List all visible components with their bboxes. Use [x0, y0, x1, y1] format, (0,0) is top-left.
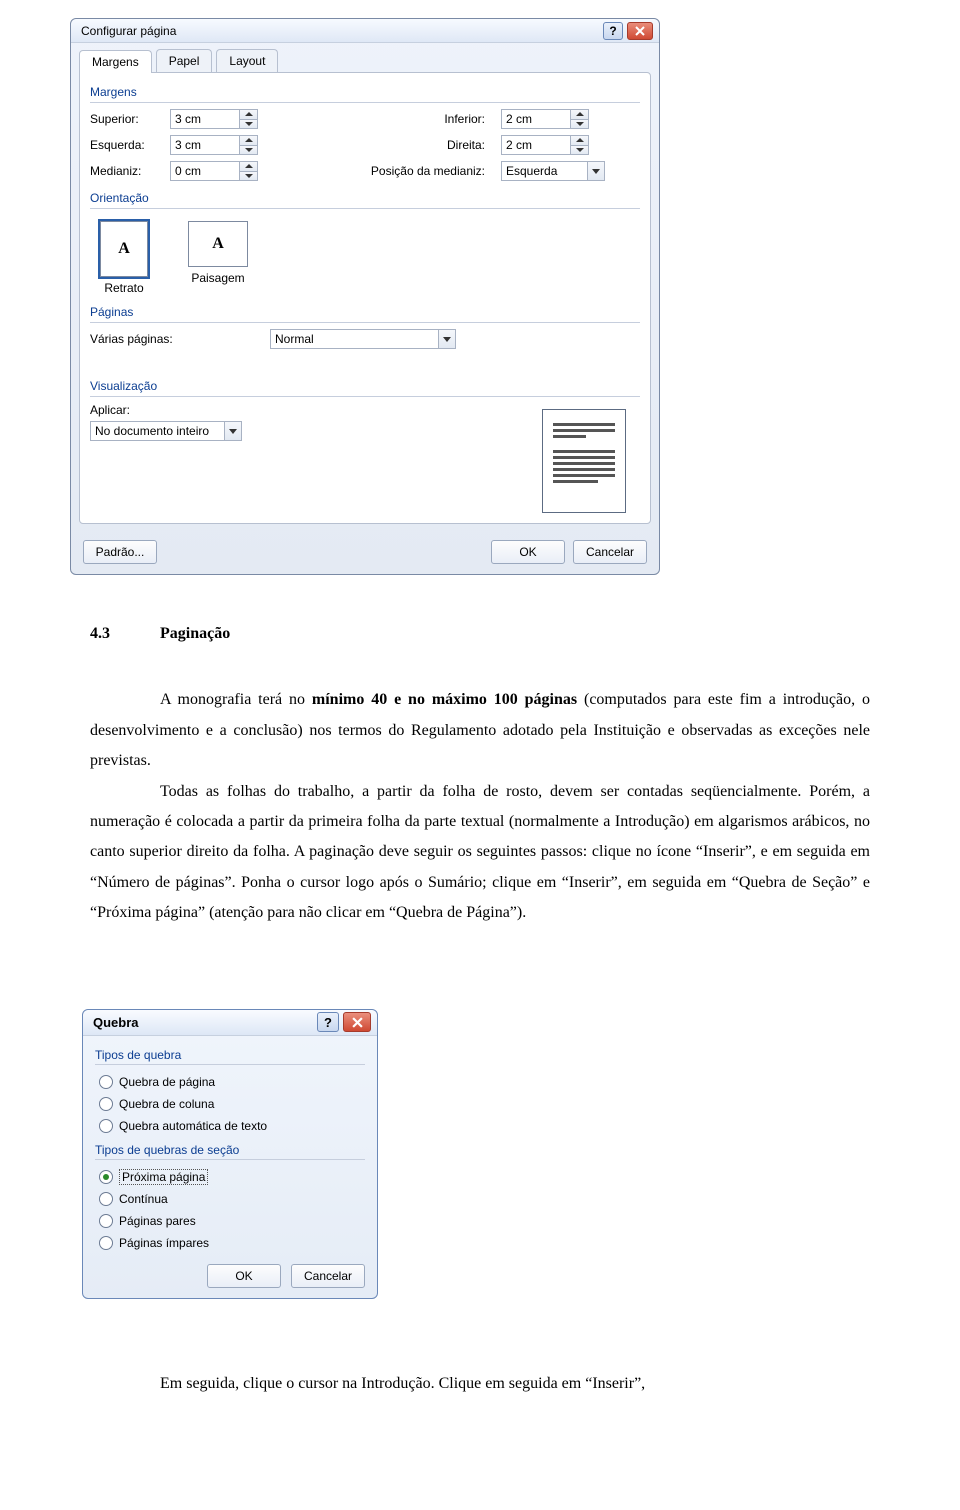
dropdown-posmed[interactable] — [501, 161, 605, 181]
close-button[interactable] — [627, 22, 653, 40]
label-varias: Várias páginas: — [90, 332, 260, 346]
spinner-inferior[interactable] — [501, 109, 589, 129]
close-icon — [352, 1017, 363, 1028]
group-visual-title: Visualização — [90, 379, 640, 393]
group-orient-title: Orientação — [90, 191, 640, 205]
radio-next-page[interactable]: Próxima página — [99, 1166, 365, 1188]
titlebar-buttons: ? — [603, 22, 653, 40]
radio-icon — [99, 1214, 113, 1228]
orientation-landscape[interactable]: A Paisagem — [188, 221, 248, 295]
spinner-superior[interactable] — [170, 109, 258, 129]
dropdown-aplicar[interactable] — [90, 421, 242, 441]
group-margens-title: Margens — [90, 85, 640, 99]
group-orient: A Retrato A Paisagem — [90, 208, 640, 295]
spin-up[interactable] — [240, 110, 257, 120]
tab-margens[interactable]: Margens — [79, 50, 152, 73]
label-direita: Direita: — [365, 138, 485, 152]
radio-column-break[interactable]: Quebra de coluna — [99, 1093, 365, 1115]
padrao-button[interactable]: Padrão... — [83, 540, 157, 564]
input-inferior[interactable] — [501, 109, 571, 129]
tab-layout[interactable]: Layout — [216, 49, 278, 72]
group-visual: Aplicar: — [90, 396, 640, 513]
close-button[interactable] — [343, 1012, 371, 1032]
portrait-label: Retrato — [100, 281, 148, 295]
group-paginas: Várias páginas: — [90, 322, 640, 375]
group-paginas-title: Páginas — [90, 305, 640, 319]
input-varias[interactable] — [270, 329, 438, 349]
footer-paragraph-block: Em seguida, clique o cursor na Introduçã… — [0, 1299, 960, 1429]
document-body: 4.3 Paginação A monografia terá no mínim… — [0, 575, 960, 929]
dialog-buttons: Padrão... OK Cancelar — [71, 532, 659, 574]
tab-panel: Margens Superior: Esquerda: — [79, 72, 651, 524]
radio-icon — [99, 1192, 113, 1206]
orientation-portrait[interactable]: A Retrato — [100, 221, 148, 295]
tab-papel[interactable]: Papel — [156, 49, 213, 72]
radio-icon — [99, 1170, 113, 1184]
dialog2-titlebar: Quebra ? — [83, 1010, 377, 1036]
page-setup-dialog: Configurar página ? Margens Papel Layout… — [70, 18, 660, 575]
paragraph-1: A monografia terá no mínimo 40 e no máxi… — [90, 685, 870, 776]
spinner-direita[interactable] — [501, 135, 589, 155]
radio-even-pages[interactable]: Páginas pares — [99, 1210, 365, 1232]
dialog-titlebar: Configurar página ? — [71, 19, 659, 43]
break-dialog: Quebra ? Tipos de quebra Quebra de págin… — [82, 1009, 378, 1299]
section-title: Paginação — [160, 619, 230, 649]
chevron-down-icon[interactable] — [438, 329, 456, 349]
landscape-label: Paisagem — [188, 271, 248, 285]
cancel-button[interactable]: Cancelar — [291, 1264, 365, 1288]
chevron-down-icon[interactable] — [224, 421, 242, 441]
radio-icon — [99, 1119, 113, 1133]
subgroup-break-types: Tipos de quebra — [95, 1048, 365, 1062]
radio-continuous[interactable]: Contínua — [99, 1188, 365, 1210]
input-medianiz[interactable] — [170, 161, 240, 181]
spin-down[interactable] — [240, 120, 257, 129]
spinner-esquerda[interactable] — [170, 135, 258, 155]
input-aplicar[interactable] — [90, 421, 224, 441]
label-inferior: Inferior: — [365, 112, 485, 126]
tabs: Margens Papel Layout — [79, 49, 659, 72]
ok-button[interactable]: OK — [207, 1264, 281, 1288]
label-medianiz: Medianiz: — [90, 164, 160, 178]
label-aplicar: Aplicar: — [90, 403, 242, 417]
spinner-medianiz[interactable] — [170, 161, 258, 181]
page-preview-icon — [542, 409, 626, 513]
cancel-button[interactable]: Cancelar — [573, 540, 647, 564]
help-button[interactable]: ? — [317, 1012, 339, 1032]
chevron-down-icon[interactable] — [587, 161, 605, 181]
paragraph-2: Todas as folhas do trabalho, a partir da… — [90, 777, 870, 929]
group-margens: Superior: Esquerda: — [90, 102, 640, 187]
radio-icon — [99, 1097, 113, 1111]
portrait-icon: A — [100, 221, 148, 277]
dialog-title: Configurar página — [81, 24, 603, 38]
ok-button[interactable]: OK — [491, 540, 565, 564]
input-direita[interactable] — [501, 135, 571, 155]
label-superior: Superior: — [90, 112, 160, 126]
section-number: 4.3 — [90, 619, 110, 649]
dialog2-body: Tipos de quebra Quebra de página Quebra … — [83, 1036, 377, 1298]
input-posmed[interactable] — [501, 161, 587, 181]
section-heading: 4.3 Paginação — [90, 619, 870, 649]
footer-paragraph: Em seguida, clique o cursor na Introduçã… — [90, 1369, 870, 1399]
label-esquerda: Esquerda: — [90, 138, 160, 152]
radio-page-break[interactable]: Quebra de página — [99, 1071, 365, 1093]
help-button[interactable]: ? — [603, 22, 623, 40]
radio-icon — [99, 1236, 113, 1250]
radio-text-wrap-break[interactable]: Quebra automática de texto — [99, 1115, 365, 1137]
label-posmed: Posição da medianiz: — [365, 164, 485, 178]
input-esquerda[interactable] — [170, 135, 240, 155]
radio-icon — [99, 1075, 113, 1089]
close-icon — [635, 26, 645, 36]
landscape-icon: A — [188, 221, 248, 267]
dialog2-title: Quebra — [93, 1015, 317, 1030]
radio-odd-pages[interactable]: Páginas ímpares — [99, 1232, 365, 1254]
dialog2-buttons: OK Cancelar — [95, 1264, 365, 1288]
dropdown-varias[interactable] — [270, 329, 456, 349]
subgroup-section-breaks: Tipos de quebras de seção — [95, 1143, 365, 1157]
input-superior[interactable] — [170, 109, 240, 129]
